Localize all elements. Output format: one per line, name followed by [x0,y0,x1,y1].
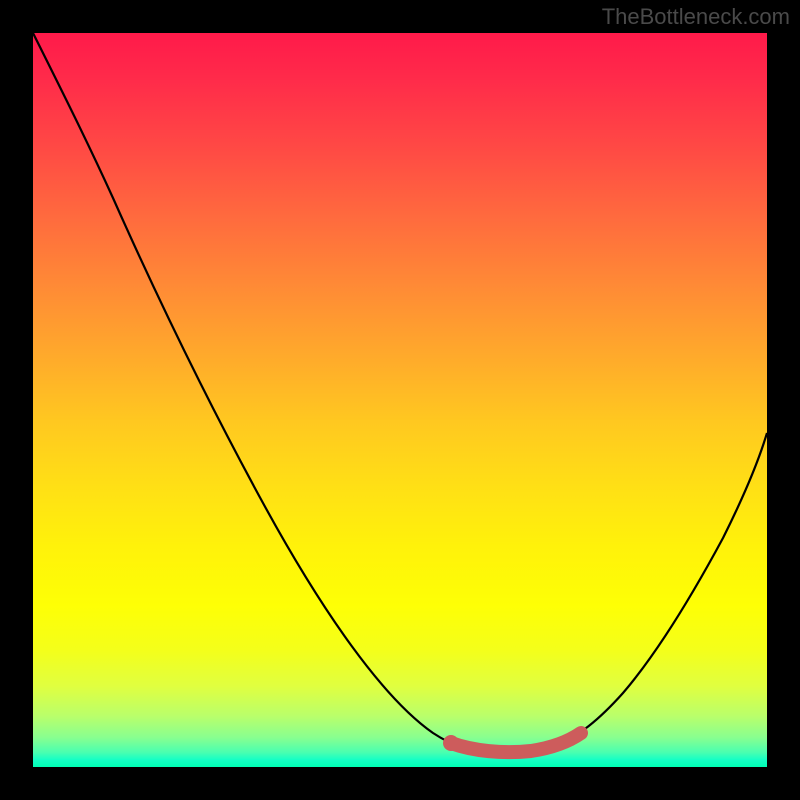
optimal-zone-highlight [451,733,581,752]
optimal-zone-start-dot [443,735,459,751]
bottleneck-curve [33,33,767,754]
chart-frame [0,0,800,800]
attribution-text: TheBottleneck.com [602,4,790,30]
plot-area [33,33,767,767]
curve-svg [33,33,767,767]
